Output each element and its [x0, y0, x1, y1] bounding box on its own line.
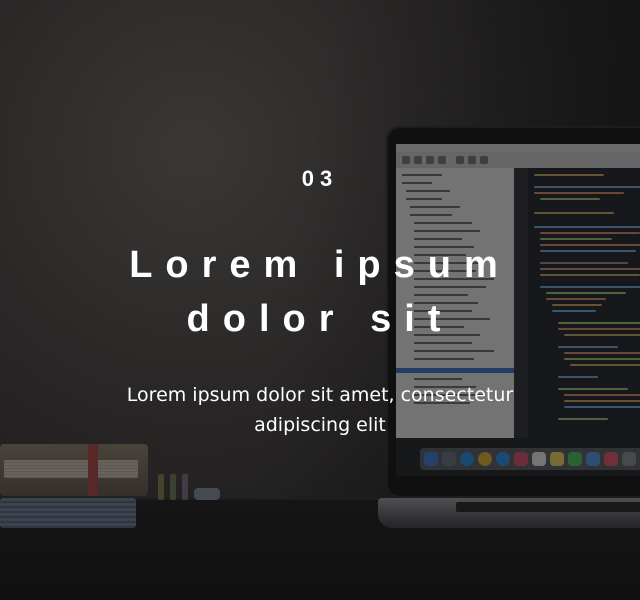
- slide-content: 03 Lorem ipsum dolor sit Lorem ipsum dol…: [0, 0, 640, 600]
- slide-subtitle: Lorem ipsum dolor sit amet, consectetur …: [90, 380, 550, 440]
- slide-title: Lorem ipsum dolor sit: [0, 238, 640, 346]
- slide-number: 03: [301, 166, 339, 191]
- slide-title-line: Lorem ipsum: [129, 244, 511, 286]
- slide-title-line: dolor sit: [186, 298, 454, 340]
- slide-subtitle-line: Lorem ipsum dolor sit amet, consectetur: [126, 384, 514, 406]
- hero-slide: 03 Lorem ipsum dolor sit Lorem ipsum dol…: [0, 0, 640, 600]
- slide-subtitle-line: adipiscing elit: [254, 414, 386, 436]
